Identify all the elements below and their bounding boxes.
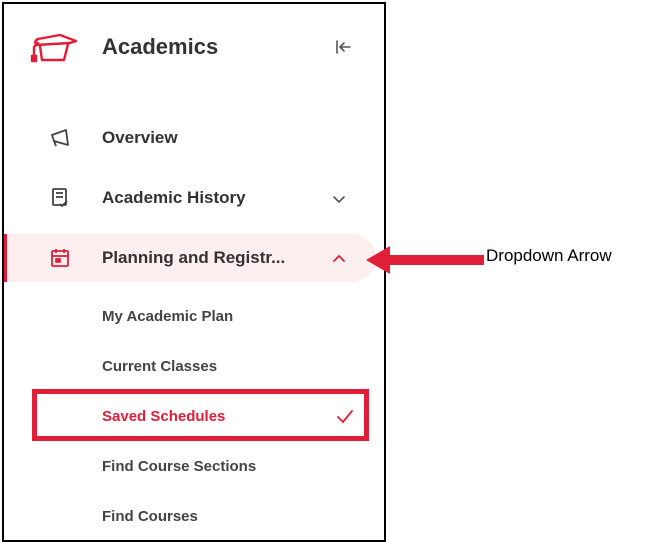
document-check-icon	[48, 186, 72, 210]
chevron-up-icon[interactable]	[330, 250, 348, 268]
annotation-arrow-icon	[366, 246, 484, 274]
nav-item-label: Overview	[102, 128, 178, 147]
sub-item-my-academic-plan[interactable]: My Academic Plan	[4, 296, 384, 336]
chevron-down-icon[interactable]	[330, 190, 348, 208]
nav-item-academic-history[interactable]: Academic History	[4, 174, 384, 222]
sub-item-label: Current Classes	[102, 358, 218, 375]
sub-item-find-course-sections[interactable]: Find Course Sections	[4, 446, 384, 486]
sub-item-label: My Academic Plan	[102, 308, 234, 325]
graduation-cap-icon	[30, 33, 78, 63]
sub-item-current-classes[interactable]: Current Classes	[4, 346, 384, 386]
highlight-box-saved-schedules	[32, 389, 369, 441]
megaphone-icon	[48, 126, 72, 150]
sub-item-find-courses[interactable]: Find Courses	[4, 496, 384, 536]
sub-item-label: Find Courses	[102, 508, 198, 525]
nav-item-label: Academic History	[102, 188, 246, 207]
academics-sidebar: Academics Overview Academic History Plan…	[2, 2, 386, 542]
app-title: Academics	[102, 34, 219, 59]
annotation-label: Dropdown Arrow	[486, 246, 612, 265]
sub-item-label: Find Course Sections	[102, 458, 257, 475]
active-indicator	[4, 234, 7, 282]
nav-item-overview[interactable]: Overview	[4, 114, 384, 162]
sidebar-header: Academics	[4, 18, 384, 78]
nav-item-label: Planning and Registr...	[102, 248, 286, 267]
nav-item-planning-and-registration[interactable]: Planning and Registr...	[4, 234, 376, 282]
calendar-icon	[48, 246, 72, 270]
collapse-sidebar-icon[interactable]	[332, 36, 354, 58]
